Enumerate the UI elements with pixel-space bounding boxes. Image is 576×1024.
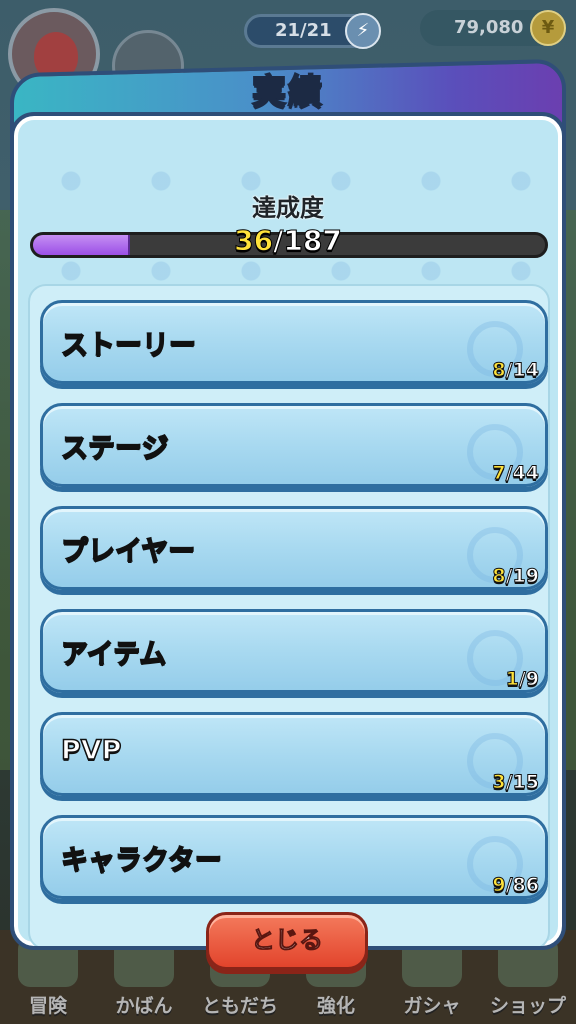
category-total: /9 — [518, 668, 539, 691]
category-player-button[interactable]: プレイヤー 8/19 — [40, 506, 548, 590]
category-total: /15 — [505, 771, 539, 794]
category-label: アイテム — [60, 638, 167, 671]
coin-counter: 79,080 ¥ — [420, 10, 566, 46]
category-stage-button[interactable]: ステージ 7/44 — [40, 403, 548, 487]
lightning-icon: ⚡ — [345, 13, 381, 49]
category-current: 9 — [492, 874, 506, 897]
category-current: 8 — [492, 565, 506, 588]
nav-label: 強化 — [316, 995, 355, 1017]
close-button[interactable]: とじる — [206, 912, 368, 970]
category-current: 8 — [492, 359, 506, 382]
category-list: ストーリー 8/14 ステージ 7/44 プレイヤー 8/19 アイテム 1/9… — [28, 284, 550, 946]
category-count: 1/9 — [505, 668, 539, 691]
modal-body: 達成度 36/187 ストーリー 8/14 ステージ 7/44 プレイヤー 8/… — [10, 112, 566, 950]
energy-value: 21/21 — [275, 20, 332, 41]
category-total: /44 — [505, 462, 539, 485]
category-count: 3/15 — [492, 771, 540, 794]
category-label: プレイヤー — [60, 535, 196, 568]
progress-label: 達成度 — [252, 194, 324, 222]
nav-label: 冒険 — [28, 995, 67, 1017]
category-label: キャラクター — [60, 844, 222, 877]
category-item-button[interactable]: アイテム 1/9 — [40, 609, 548, 693]
modal-title: 実績 — [251, 71, 324, 113]
nav-label: ガシャ — [403, 995, 461, 1017]
progress-separator: / — [273, 224, 284, 258]
category-character-button[interactable]: キャラクター 9/86 — [40, 815, 548, 899]
category-total: /14 — [505, 359, 539, 382]
category-count: 8/19 — [492, 565, 540, 588]
category-count: 8/14 — [492, 359, 540, 382]
progress-value: 36/187 — [14, 224, 562, 258]
nav-label: かばん — [115, 995, 173, 1017]
energy-counter: 21/21 ⚡ — [244, 13, 381, 49]
category-current: 3 — [492, 771, 506, 794]
coin-icon: ¥ — [530, 10, 566, 46]
progress-current: 36 — [234, 224, 274, 258]
nav-label: ともだち — [201, 995, 278, 1017]
category-total: /86 — [505, 874, 539, 897]
coin-value: 79,080 — [454, 17, 524, 38]
category-total: /19 — [505, 565, 539, 588]
category-label: ステージ — [60, 432, 169, 465]
achievements-modal: 達成度 36/187 ストーリー 8/14 ステージ 7/44 プレイヤー 8/… — [10, 58, 566, 970]
category-current: 1 — [505, 668, 519, 691]
category-current: 7 — [492, 462, 506, 485]
category-pvp-button[interactable]: PVP 3/15 — [40, 712, 548, 796]
category-count: 7/44 — [492, 462, 540, 485]
progress-total: 187 — [283, 224, 342, 258]
category-count: 9/86 — [492, 874, 540, 897]
category-label: ストーリー — [60, 329, 197, 362]
category-label: PVP — [60, 734, 122, 767]
category-story-button[interactable]: ストーリー 8/14 — [40, 300, 548, 384]
nav-label: ショップ — [489, 995, 566, 1017]
